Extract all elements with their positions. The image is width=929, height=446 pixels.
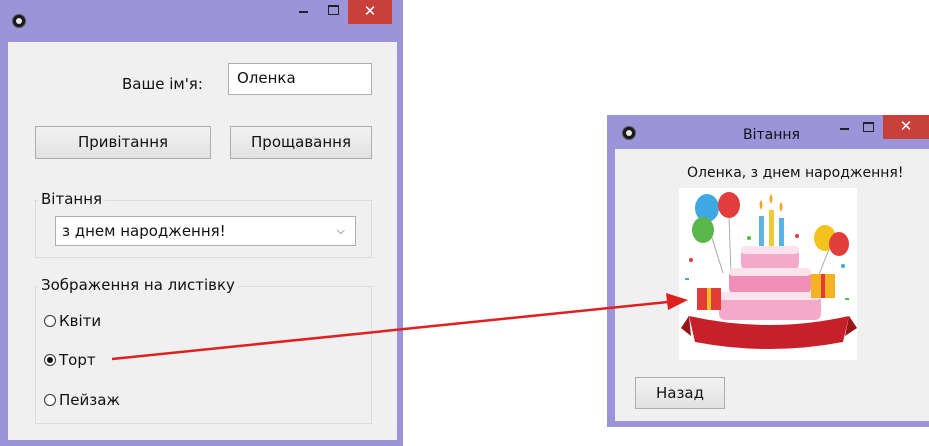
app-icon[interactable] xyxy=(12,14,26,28)
radio-cake-icon xyxy=(44,354,56,366)
image-group-title: Зображення на листівку xyxy=(38,276,238,294)
chevron-down-icon: ⌵ xyxy=(336,224,345,237)
radio-landscape-icon xyxy=(44,394,56,406)
greeting-group-title: Вітання xyxy=(38,190,106,208)
minimize-icon xyxy=(298,10,308,13)
farewell-button[interactable]: Прощавання xyxy=(230,126,372,159)
card-close-button[interactable]: ✕ xyxy=(883,115,929,139)
card-message: Оленка, з днем народження! xyxy=(687,165,904,181)
radio-cake[interactable]: Торт xyxy=(44,351,96,369)
greeting-select-value: з днем народження! xyxy=(62,222,226,240)
minimize-button[interactable] xyxy=(290,0,316,20)
card-window-titlebar[interactable]: Вітання ✕ xyxy=(607,115,929,149)
close-icon: ✕ xyxy=(363,2,377,20)
card-window-title: Вітання xyxy=(743,127,800,143)
radio-landscape-label: Пейзаж xyxy=(59,391,120,409)
radio-flowers[interactable]: Квіти xyxy=(44,312,101,330)
card-window-client: Оленка, з днем народження! Назад xyxy=(615,149,929,421)
main-window-titlebar[interactable]: ✕ xyxy=(0,0,403,34)
cake-image xyxy=(679,188,857,360)
back-button[interactable]: Назад xyxy=(635,377,725,409)
card-app-icon[interactable] xyxy=(622,126,636,140)
card-minimize-button[interactable] xyxy=(831,117,857,137)
radio-flowers-icon xyxy=(44,315,56,327)
card-maximize-button[interactable] xyxy=(855,117,881,137)
card-close-icon: ✕ xyxy=(899,117,913,135)
card-maximize-icon xyxy=(862,121,874,132)
radio-cake-label: Торт xyxy=(59,351,96,369)
main-window: ✕ Ваше ім'я: Оленка Привітання Прощаванн… xyxy=(0,0,403,446)
close-button[interactable]: ✕ xyxy=(348,0,392,24)
maximize-icon xyxy=(327,4,339,15)
card-minimize-icon xyxy=(839,127,849,130)
card-window: Вітання ✕ Оленка, з днем народження! Наз… xyxy=(607,115,929,427)
radio-landscape[interactable]: Пейзаж xyxy=(44,391,120,409)
name-label: Ваше ім'я: xyxy=(122,75,203,93)
radio-flowers-label: Квіти xyxy=(59,312,102,330)
greeting-select[interactable]: з днем народження! ⌵ xyxy=(55,216,356,246)
cake-illustration xyxy=(681,192,857,349)
greet-button[interactable]: Привітання xyxy=(35,126,211,159)
main-window-client: Ваше ім'я: Оленка Привітання Прощавання … xyxy=(8,42,397,440)
maximize-button[interactable] xyxy=(320,0,346,20)
name-input[interactable]: Оленка xyxy=(228,63,372,95)
